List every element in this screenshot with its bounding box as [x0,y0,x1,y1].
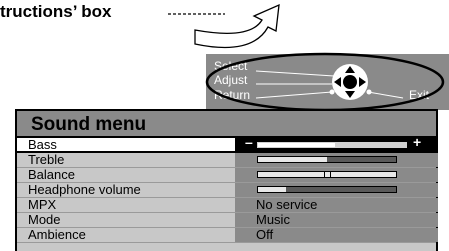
menu-row-label: Treble [28,152,65,167]
plus-icon: + [413,134,422,150]
treble-slider-fill [258,157,327,162]
menu-row-label: Balance [28,167,75,182]
headphone-volume-slider-fill [258,187,286,192]
hint-return-label: Return [214,88,251,102]
menu-row-bass[interactable]: Bass – + [17,134,438,153]
menu-row-label: Bass [28,137,57,152]
navigation-pad-icon [332,64,368,100]
mpx-value: No service [256,197,318,212]
menu-row-balance[interactable]: Balance [17,167,438,183]
balance-slider-knob[interactable] [324,171,331,178]
hint-adjust-label: Adjust [214,73,248,87]
menu-row-treble[interactable]: Treble [17,152,438,168]
sound-menu-panel: Sound menu Bass – + Treble Balance Headphone … [15,109,438,251]
menu-row-label: Mode [28,212,61,227]
ambience-value: Off [256,227,274,242]
menu-row-headphone-volume[interactable]: Headphone volume [17,182,438,198]
headphone-volume-slider[interactable] [257,186,397,193]
sound-menu-title-bar: Sound menu [17,111,436,138]
menu-row-label: MPX [28,197,57,212]
instructions-box: Select Adjust Return Exit [206,54,449,110]
mode-value: Music [256,212,290,227]
bass-slider[interactable] [257,142,407,148]
hint-select-label: Select [214,59,248,73]
treble-slider[interactable] [257,156,397,163]
menu-row-mode[interactable]: Mode Music [17,212,438,228]
hint-exit-label: Exit [409,88,430,102]
menu-row-label: Ambience [28,227,86,242]
balance-slider[interactable] [257,171,397,178]
menu-row-mpx[interactable]: MPX No service [17,197,438,213]
menu-row-ambience[interactable]: Ambience Off [17,227,438,243]
menu-row-label: Headphone volume [28,182,141,197]
minus-icon: – [245,134,253,150]
pointer-arrow [194,3,280,49]
bass-slider-fill [258,143,335,147]
sound-menu-title: Sound menu [31,114,147,135]
